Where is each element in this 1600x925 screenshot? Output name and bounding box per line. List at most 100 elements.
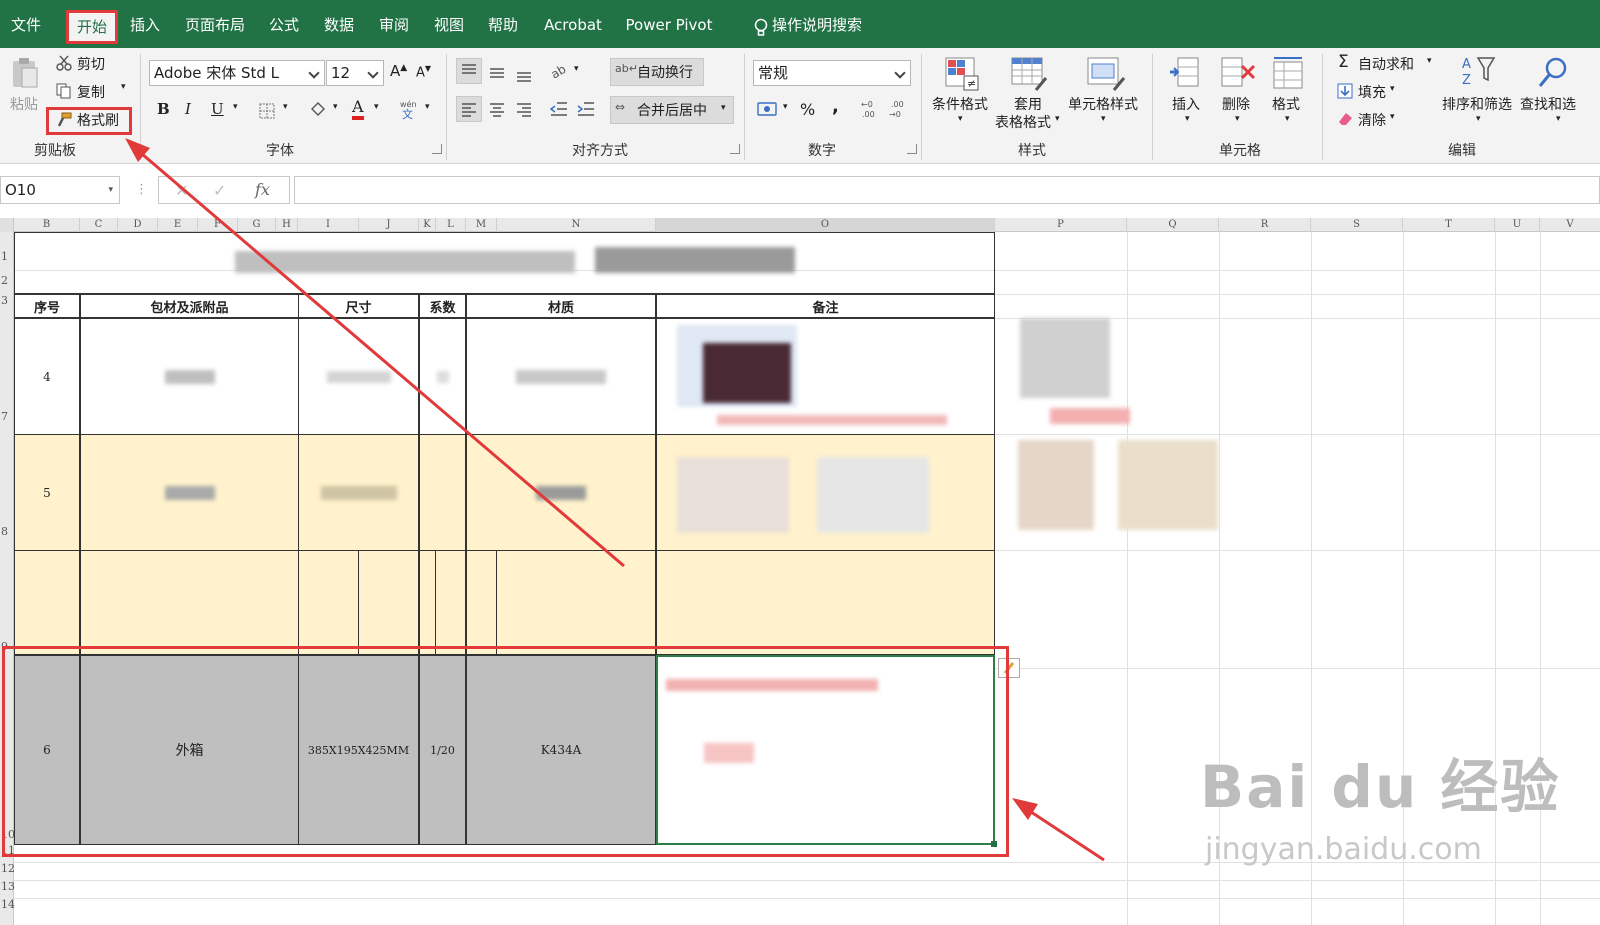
autosum-button[interactable]: 自动求和	[1358, 54, 1414, 74]
table-cell-empty[interactable]	[298, 550, 359, 655]
column-header[interactable]: N	[497, 218, 656, 232]
table-cell-note[interactable]	[656, 318, 995, 435]
column-header[interactable]: L	[436, 218, 466, 232]
decrease-indent-icon[interactable]	[550, 101, 568, 117]
column-header[interactable]: B	[14, 218, 80, 232]
clear-dropdown-icon[interactable]: ▾	[1390, 112, 1395, 122]
table-cell-factor[interactable]	[419, 434, 466, 551]
column-header[interactable]: H	[276, 218, 298, 232]
row-header[interactable]: 8	[0, 525, 14, 538]
sort-filter-icon[interactable]: A Z	[1458, 54, 1500, 90]
insert-function-button[interactable]: fx	[255, 180, 270, 199]
cut-button[interactable]: 剪切	[77, 54, 105, 74]
column-header[interactable]: S	[1311, 218, 1403, 232]
name-box-dropdown-icon[interactable]: ▾	[108, 177, 113, 203]
cell-styles-icon[interactable]	[1086, 56, 1126, 92]
insert-dropdown-icon[interactable]: ▾	[1185, 114, 1190, 124]
header-cell-material[interactable]: 材质	[466, 294, 656, 318]
table-cell-factor[interactable]	[419, 318, 466, 435]
accounting-dropdown-icon[interactable]: ▾	[783, 102, 788, 112]
align-middle-icon[interactable]	[489, 65, 505, 81]
tab-power-pivot[interactable]: Power Pivot	[624, 8, 714, 42]
column-header[interactable]: P	[995, 218, 1127, 232]
header-cell-factor[interactable]: 系数	[419, 294, 466, 318]
font-color-dropdown-icon[interactable]: ▾	[374, 102, 379, 112]
formula-input[interactable]	[294, 176, 1600, 204]
column-header[interactable]: G	[238, 218, 276, 232]
orientation-dropdown-icon[interactable]: ▾	[574, 64, 579, 74]
phonetic-guide-icon[interactable]: wén 文	[398, 98, 420, 120]
font-name-select[interactable]: Adobe 宋体 Std L	[149, 60, 325, 86]
header-cell-index[interactable]: 序号	[14, 294, 80, 318]
tab-data[interactable]: 数据	[323, 8, 355, 42]
header-cell-size[interactable]: 尺寸	[298, 294, 419, 318]
format-as-table-icon[interactable]	[1010, 56, 1048, 92]
cell-styles-dropdown-icon[interactable]: ▾	[1101, 114, 1106, 124]
decrease-font-icon[interactable]: A▼	[416, 64, 431, 80]
column-header[interactable]: J	[359, 218, 419, 232]
conditional-formatting-icon[interactable]: ≠	[944, 56, 980, 92]
conditional-formatting-label[interactable]: 条件格式	[932, 94, 988, 114]
copy-button[interactable]: 复制	[77, 82, 105, 102]
borders-icon[interactable]	[259, 103, 275, 119]
table-format-dropdown-icon[interactable]: ▾	[1055, 114, 1060, 124]
column-header[interactable]: E	[158, 218, 198, 232]
clear-button[interactable]: 清除	[1358, 110, 1386, 130]
comma-button[interactable]: ,	[832, 96, 839, 117]
underline-dropdown-icon[interactable]: ▾	[233, 102, 238, 112]
increase-font-icon[interactable]: A▲	[390, 62, 407, 80]
table-cell-empty[interactable]	[466, 550, 497, 655]
conditional-dropdown-icon[interactable]: ▾	[958, 114, 963, 124]
autosum-dropdown-icon[interactable]: ▾	[1427, 56, 1432, 66]
format-painter-button[interactable]: 格式刷	[77, 110, 119, 130]
decrease-decimal-icon[interactable]: .00 →0	[888, 99, 910, 119]
table-cell-note[interactable]	[656, 434, 995, 551]
font-dialog-launcher-icon[interactable]	[432, 144, 442, 154]
column-header[interactable]: F	[198, 218, 238, 232]
column-header[interactable]: I	[298, 218, 359, 232]
accounting-format-icon[interactable]	[757, 100, 779, 120]
delete-dropdown-icon[interactable]: ▾	[1235, 114, 1240, 124]
borders-dropdown-icon[interactable]: ▾	[283, 102, 288, 112]
italic-button[interactable]: I	[185, 100, 191, 118]
font-size-select[interactable]: 12	[326, 60, 384, 86]
phonetic-dropdown-icon[interactable]: ▾	[425, 102, 430, 112]
row-header[interactable]: 3	[0, 294, 14, 307]
merge-dropdown-icon[interactable]: ▾	[721, 103, 726, 113]
delete-cells-label[interactable]: 删除	[1222, 94, 1250, 114]
copy-dropdown-icon[interactable]: ▾	[121, 82, 126, 92]
table-cell-size[interactable]	[298, 434, 419, 551]
enter-check-icon[interactable]: ✓	[213, 181, 226, 200]
fill-button[interactable]: 填充	[1358, 82, 1386, 102]
underline-button[interactable]: U	[211, 100, 224, 118]
name-box[interactable]: O10 ▾	[0, 176, 120, 204]
insert-cells-label[interactable]: 插入	[1172, 94, 1200, 114]
column-header[interactable]: D	[118, 218, 158, 232]
tab-formulas[interactable]: 公式	[268, 8, 300, 42]
fill-dropdown-icon[interactable]: ▾	[1390, 84, 1395, 94]
format-cells-label[interactable]: 格式	[1272, 94, 1300, 114]
column-header[interactable]: U	[1495, 218, 1540, 232]
title-cell[interactable]	[14, 232, 995, 294]
tab-review[interactable]: 审阅	[378, 8, 410, 42]
table-cell-empty[interactable]	[80, 550, 299, 655]
table-cell-item[interactable]	[80, 318, 299, 435]
font-color-button[interactable]: A	[352, 98, 364, 120]
percent-button[interactable]: %	[800, 100, 815, 119]
table-cell-size[interactable]	[298, 318, 419, 435]
column-header[interactable]: K	[419, 218, 436, 232]
find-select-label[interactable]: 查找和选	[1520, 94, 1576, 114]
header-cell-item[interactable]: 包材及派附品	[80, 294, 299, 318]
find-dropdown-icon[interactable]: ▾	[1556, 114, 1561, 124]
cancel-icon[interactable]: ✕	[175, 181, 188, 200]
tab-acrobat[interactable]: Acrobat	[542, 8, 604, 42]
orientation-icon[interactable]: ab	[550, 62, 570, 80]
header-cell-note[interactable]: 备注	[656, 294, 995, 318]
table-cell-material[interactable]	[466, 434, 656, 551]
tab-file[interactable]: 文件	[10, 8, 42, 42]
tab-insert[interactable]: 插入	[129, 8, 161, 42]
table-cell-material[interactable]	[466, 318, 656, 435]
sort-filter-label[interactable]: 排序和筛选	[1442, 94, 1512, 114]
tab-help[interactable]: 帮助	[487, 8, 519, 42]
number-dialog-launcher-icon[interactable]	[907, 144, 917, 154]
